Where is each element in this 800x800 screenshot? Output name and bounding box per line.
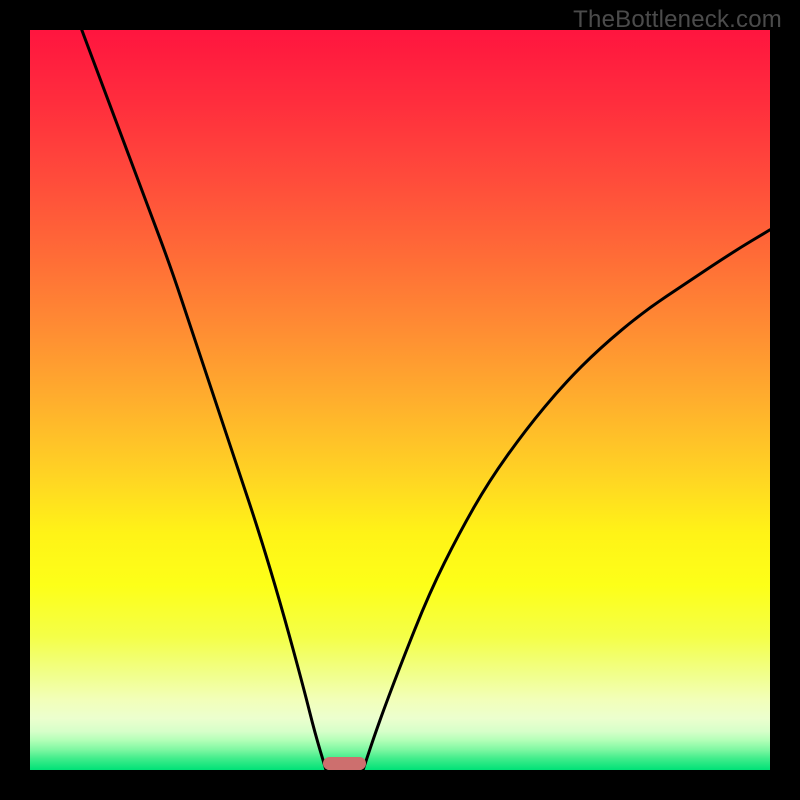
- chart-plot-area: [30, 30, 770, 770]
- chart-curves: [30, 30, 770, 770]
- bottleneck-marker: [323, 757, 366, 770]
- curve-left-branch: [82, 30, 326, 770]
- curve-right-branch: [363, 230, 770, 770]
- watermark-text: TheBottleneck.com: [573, 6, 782, 34]
